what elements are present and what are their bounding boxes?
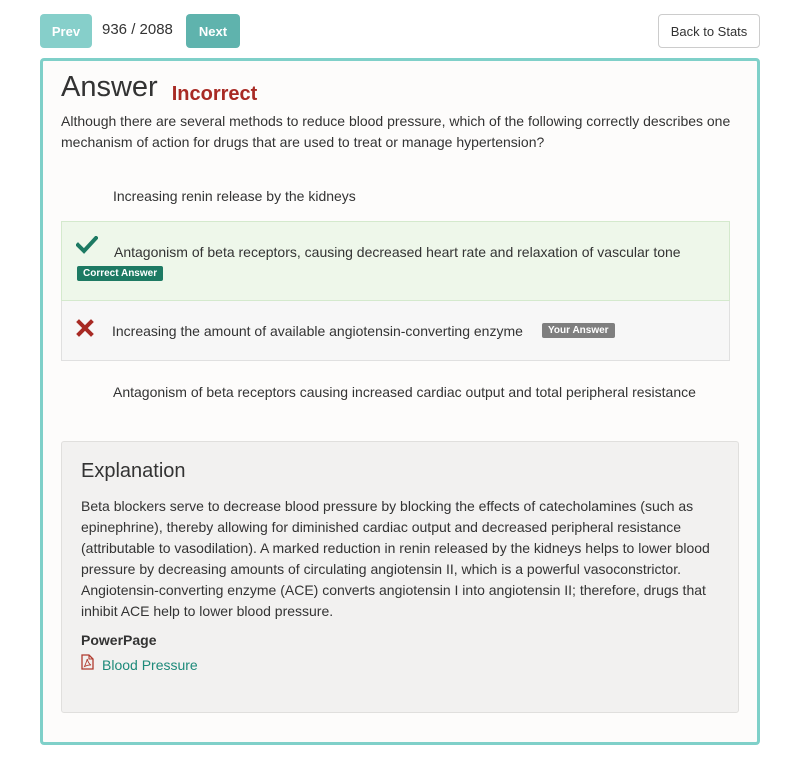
explanation-title: Explanation [81, 460, 186, 482]
powerpage-link[interactable]: Blood Pressure [81, 654, 198, 675]
choice-item-your-answer: Increasing the amount of available angio… [61, 301, 730, 361]
next-button[interactable]: Next [186, 14, 240, 48]
result-status: Incorrect [171, 83, 258, 105]
choice-text: Antagonism of beta receptors, causing de… [114, 244, 681, 260]
your-answer-badge: Your Answer [542, 323, 615, 338]
navigation-bar: Prev 936 / 2088 Next Back to Stats [40, 14, 760, 48]
choice-text: Antagonism of beta receptors causing inc… [113, 384, 696, 400]
choice-item-correct: Antagonism of beta receptors, causing de… [61, 221, 730, 301]
explanation-body: Beta blockers serve to decrease blood pr… [81, 498, 710, 619]
pdf-icon [81, 654, 94, 675]
question-text: Although there are several methods to re… [61, 113, 731, 150]
answer-card: Answer Incorrect Although there are seve… [40, 58, 760, 745]
answer-title: Answer [61, 71, 158, 103]
question-counter: 936 / 2088 [102, 21, 173, 38]
powerpage-link-text[interactable]: Blood Pressure [102, 657, 198, 673]
checkmark-icon [75, 235, 99, 257]
prev-button[interactable]: Prev [40, 14, 92, 48]
back-to-stats-button[interactable]: Back to Stats [658, 14, 760, 48]
choice-text: Increasing renin release by the kidneys [113, 188, 356, 204]
choice-item: Increasing renin release by the kidneys [61, 181, 730, 211]
explanation-panel: Explanation Beta blockers serve to decre… [61, 441, 739, 713]
answer-heading: Answer Incorrect [61, 71, 258, 105]
powerpage-label: PowerPage [81, 632, 157, 648]
correct-answer-badge: Correct Answer [77, 266, 164, 281]
choice-text: Increasing the amount of available angio… [112, 323, 523, 339]
cross-icon [76, 319, 94, 340]
choice-item: Antagonism of beta receptors causing inc… [61, 377, 730, 407]
